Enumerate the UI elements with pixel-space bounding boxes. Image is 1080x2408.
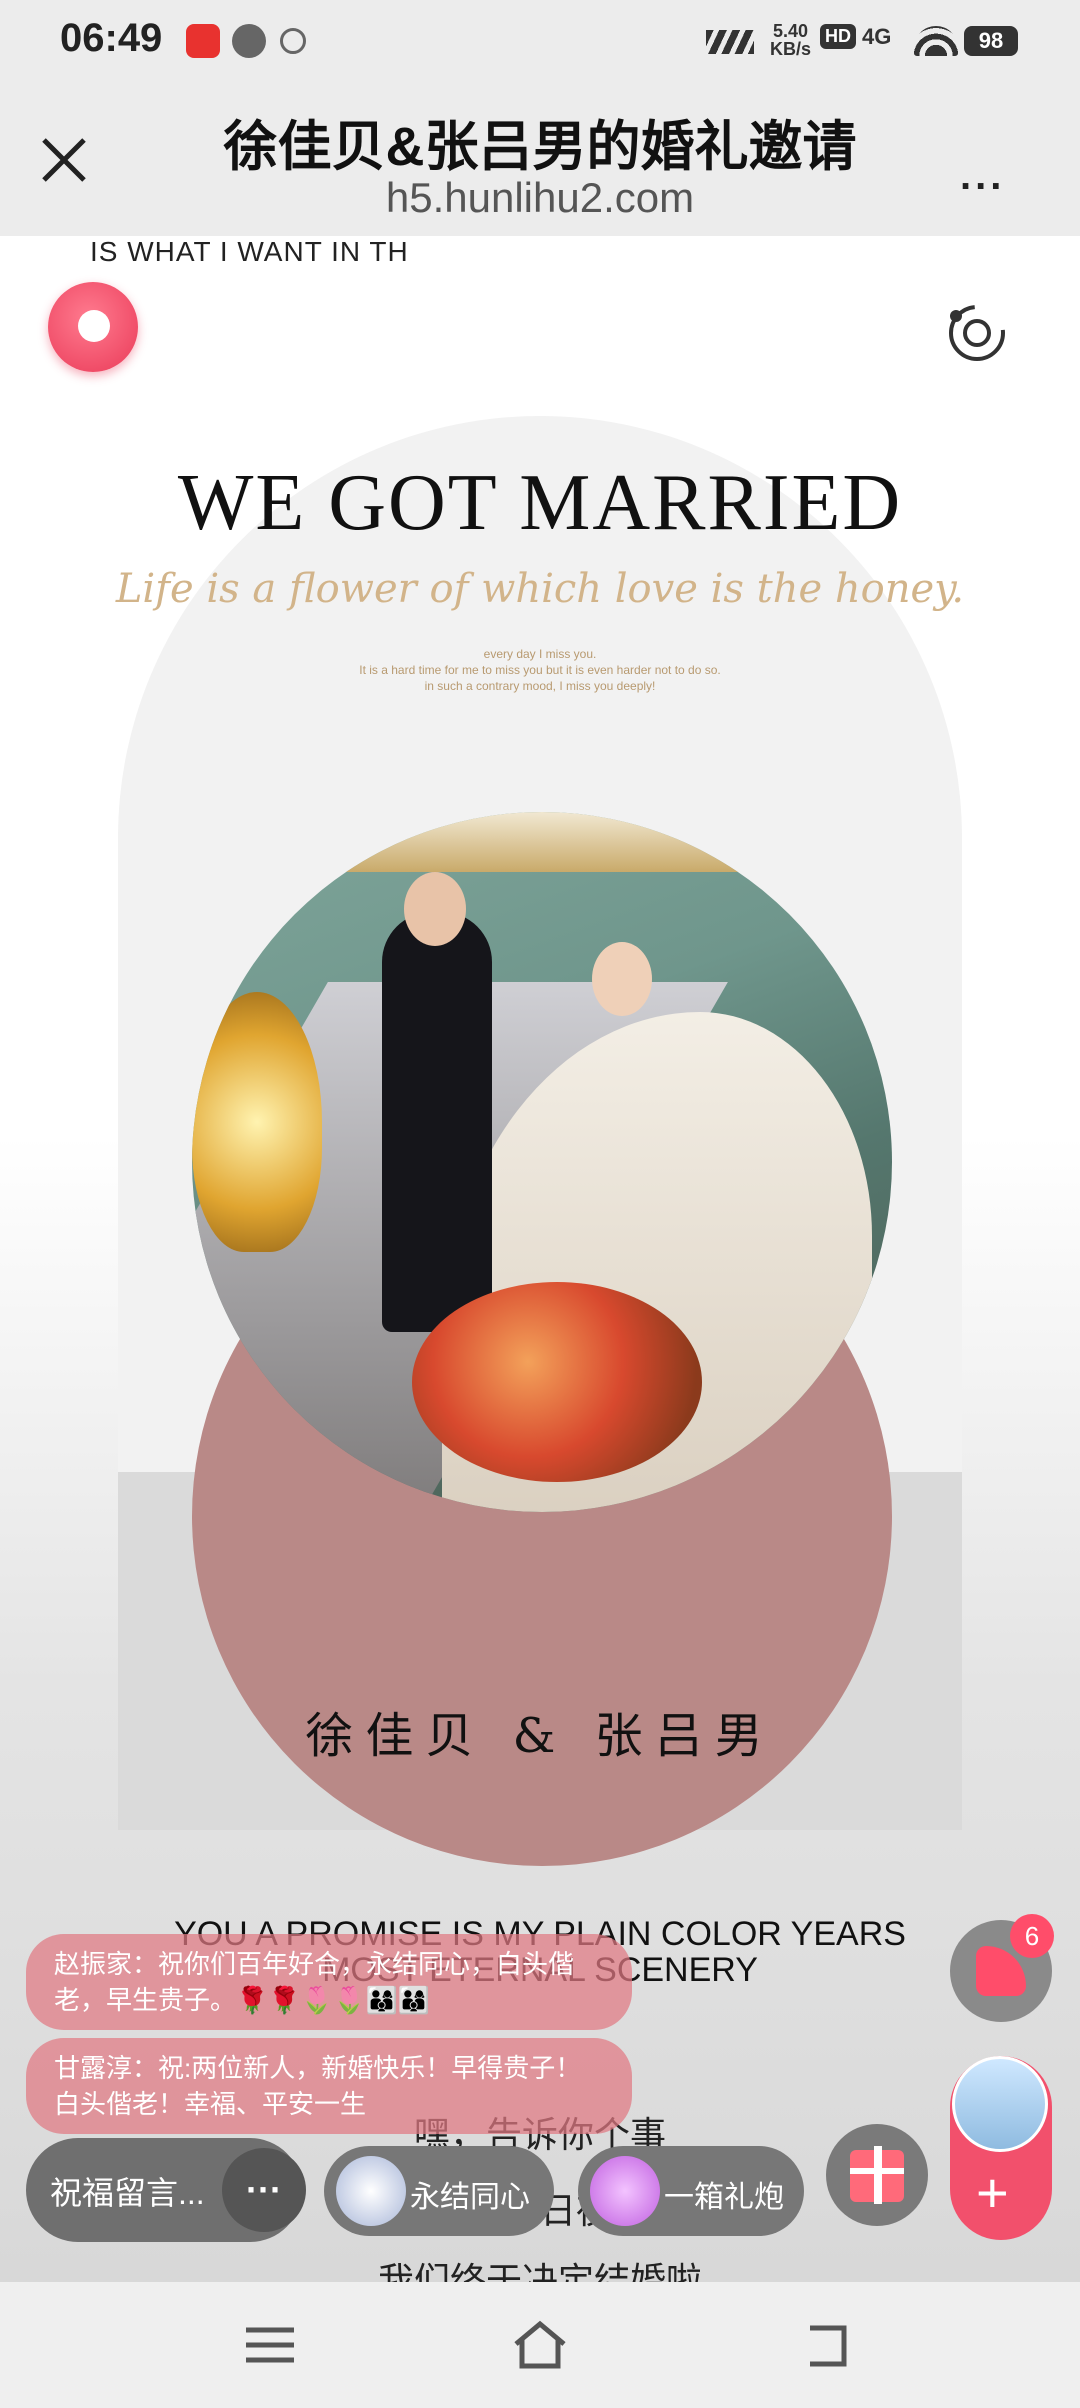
system-nav-bar: [0, 2282, 1080, 2408]
more-menu-button[interactable]: ...: [960, 154, 1005, 199]
gift-box-button[interactable]: [826, 2124, 928, 2226]
home-icon[interactable]: [510, 2318, 570, 2372]
couple-names: 徐佳贝 & 张吕男: [305, 1708, 775, 1764]
browser-title-bar: 徐佳贝&张吕男的婚礼邀请 h5.hunlihu2.com ...: [0, 84, 1080, 236]
cat-icon: [232, 24, 266, 58]
page-title: 徐佳贝&张吕男的婚礼邀请: [223, 117, 857, 177]
blessing-message-label: 祝福留言...: [50, 2175, 205, 2211]
plus-icon: +: [976, 2161, 1009, 2224]
status-bar: 06:49 5.40 KB/s HD 4G 98: [0, 0, 1080, 84]
gift-label: 一箱礼炮: [664, 2181, 784, 2214]
barrage-message: 甘露淳：祝:两位新人，新婚快乐！早得贵子！白头偕老！幸福、平安一生: [26, 2038, 632, 2134]
gift-button-yongjie[interactable]: 永结同心: [324, 2146, 554, 2236]
groom-figure: [382, 912, 492, 1332]
bride-head: [592, 942, 652, 1016]
couple-avatar[interactable]: [952, 2056, 1048, 2152]
script-tagline: Life is a flower of which love is the ho…: [115, 566, 965, 612]
cellular-icon: 4G: [862, 24, 892, 49]
battery-icon: 98: [964, 26, 1018, 56]
gift-ribbon: [850, 2168, 904, 2174]
page-domain: h5.hunlihu2.com: [385, 174, 695, 221]
clipped-text: IS WHAT I WANT IN TH: [90, 236, 409, 267]
app-notification-icon: [186, 24, 220, 58]
gift-label: 永结同心: [410, 2181, 530, 2214]
music-toggle-icon[interactable]: [944, 300, 1010, 366]
flower-arrangement: [412, 1282, 702, 1482]
groom-head: [404, 872, 466, 946]
menu-icon[interactable]: [240, 2318, 300, 2372]
app-logo-button[interactable]: [48, 282, 138, 372]
gift-ribbon: [874, 2146, 882, 2204]
heart-icon: [78, 310, 110, 342]
wedding-photo: [192, 812, 892, 1512]
swan-icon: [336, 2156, 406, 2226]
like-count-badge: 6: [1010, 1914, 1054, 1958]
back-icon[interactable]: [796, 2318, 856, 2372]
clock: 06:49: [60, 16, 163, 60]
barrage-message: 赵振家：祝你们百年好合，永结同心，白头偕老，早生贵子。🌹🌹🌷🌷👨‍👩‍👦👨‍👩‍…: [26, 1934, 632, 2030]
poem-line-3: 我们终于决定结婚啦: [377, 2261, 702, 2282]
more-options-button[interactable]: ···: [222, 2148, 306, 2232]
paw-icon: [280, 28, 306, 54]
network-speed: 5.40 KB/s: [770, 21, 812, 59]
gold-frieze: [192, 812, 892, 872]
headline: WE GOT MARRIED: [177, 459, 903, 547]
wifi-icon: [914, 26, 958, 56]
signal-strength-icon: [706, 30, 754, 54]
blessing-message-button[interactable]: 祝福留言... ···: [26, 2138, 306, 2242]
firework-box-icon: [590, 2156, 660, 2226]
small-text: every day I miss you. It is a hard time …: [359, 647, 721, 693]
hd-badge: HD: [820, 24, 856, 49]
like-button[interactable]: 6: [950, 1914, 1054, 2022]
chandelier: [192, 992, 322, 1252]
gift-button-lipao[interactable]: 一箱礼炮: [578, 2146, 804, 2236]
